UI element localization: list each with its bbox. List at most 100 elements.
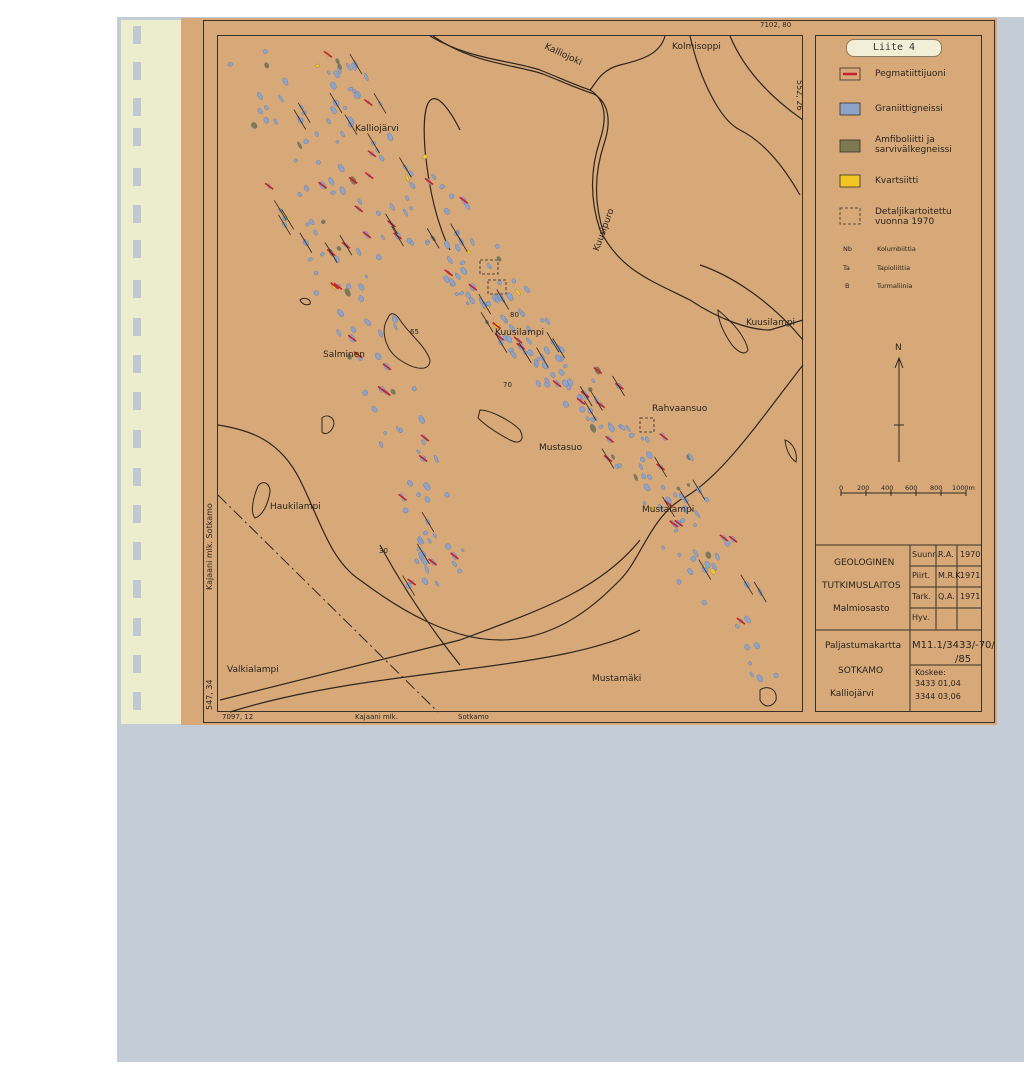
outcrop xyxy=(257,108,263,115)
outcrop xyxy=(449,193,455,199)
outcrop xyxy=(640,456,646,463)
outcrop xyxy=(497,280,502,286)
strike-symbol xyxy=(299,232,313,253)
outcrop xyxy=(457,568,462,574)
outcrop xyxy=(282,77,289,86)
outcrop xyxy=(423,482,431,491)
legend-label-amphibolite-1: Amfiboliitti ja xyxy=(875,135,935,145)
outcrop xyxy=(773,672,779,679)
strike-symbol xyxy=(612,375,625,397)
map-drawing xyxy=(217,35,982,713)
outcrop xyxy=(393,323,398,331)
outcrop xyxy=(673,492,678,498)
outcrop xyxy=(660,485,666,490)
outcrop xyxy=(326,118,331,124)
outcrop xyxy=(378,329,383,338)
scale-tick: 200 xyxy=(857,484,870,492)
outcrop xyxy=(749,671,754,678)
outcrop xyxy=(535,380,541,388)
tb-role: Piirt. xyxy=(912,571,931,580)
outcrop xyxy=(321,219,326,225)
outcrop xyxy=(638,463,643,470)
legend-label-detail-2: vuonna 1970 xyxy=(875,217,935,227)
outcrop xyxy=(459,260,466,265)
outcrop xyxy=(411,386,417,392)
outcrop xyxy=(313,229,318,236)
outcrop xyxy=(506,292,514,301)
outcrop xyxy=(251,122,258,129)
strike-symbol xyxy=(480,312,494,333)
outcrop xyxy=(647,474,652,480)
outcrop xyxy=(495,244,500,249)
outcrop xyxy=(381,234,385,240)
outcrop xyxy=(227,61,233,67)
north-label: N xyxy=(895,343,902,353)
koskee-label: Koskee: xyxy=(915,668,946,677)
abbr-name-b: Turmaliinia xyxy=(877,282,913,290)
place-mustasuo: Mustasuo xyxy=(539,443,583,453)
strike-symbol xyxy=(590,390,603,411)
outcrop xyxy=(303,139,309,145)
pegmatite-dike xyxy=(363,98,373,107)
boundary-bottom-a: Kajaani mlk. xyxy=(355,713,398,721)
strike-symbol xyxy=(373,93,387,114)
legend-label-granite-gneiss: Graniittigneissi xyxy=(875,104,943,114)
outcrop xyxy=(358,283,365,291)
strike-symbol xyxy=(324,242,338,263)
dip-label: 70 xyxy=(503,381,512,389)
org-line-1: GEOLOGINEN xyxy=(834,558,895,568)
scale-tick: 0 xyxy=(839,484,844,492)
outcrop xyxy=(628,432,635,438)
outcrop xyxy=(347,116,355,125)
strike-symbol xyxy=(385,213,398,235)
strike-symbol xyxy=(450,223,463,244)
outcrop xyxy=(744,644,750,651)
outcrop xyxy=(405,195,410,201)
outcrop xyxy=(339,186,346,195)
outcrop xyxy=(337,309,344,318)
outcrop xyxy=(390,389,396,395)
org-line-3: Malmiosasto xyxy=(833,604,890,614)
outcrop xyxy=(409,206,413,211)
tb-name: R.A. xyxy=(938,550,954,559)
outcrop xyxy=(526,337,532,345)
strike-symbol xyxy=(421,511,435,533)
outcrop xyxy=(591,378,595,383)
outcrop xyxy=(543,346,550,355)
outcrop xyxy=(674,528,679,533)
outcrop xyxy=(409,182,416,190)
outcrop xyxy=(371,406,378,413)
strike-symbol xyxy=(753,581,767,603)
outcrop xyxy=(256,92,263,100)
outcrop xyxy=(389,202,395,211)
coordinate-left: 547, 34 xyxy=(205,679,214,710)
outcrop xyxy=(278,94,284,103)
outcrop xyxy=(350,326,357,333)
outcrop xyxy=(307,257,313,262)
outcrop xyxy=(343,105,348,110)
boundary-left-label: Kajaani mlk. Sotkamo xyxy=(205,503,214,590)
outcrop xyxy=(423,530,429,536)
outcrop xyxy=(416,449,421,454)
tb-role: Hyv. xyxy=(912,613,930,622)
outcrop xyxy=(687,568,694,575)
outcrop xyxy=(358,295,364,302)
outcrop xyxy=(676,579,682,585)
abbr-name-nb: Kolumbiittia xyxy=(877,245,916,253)
outcrop xyxy=(643,483,651,492)
outcrop xyxy=(273,118,278,125)
outcrop xyxy=(297,141,303,149)
strike-symbol xyxy=(692,479,706,500)
municipal-boundary xyxy=(217,494,439,713)
outcrop xyxy=(431,173,437,180)
outcrop xyxy=(264,62,270,69)
outcrop xyxy=(676,486,681,491)
outcrop xyxy=(374,352,382,361)
outcrop xyxy=(383,430,387,435)
outcrop xyxy=(422,154,428,160)
outcrop xyxy=(305,222,310,227)
coordinate-bottom-left: 7097, 12 xyxy=(222,713,254,721)
scale-tick: 800 xyxy=(930,484,943,492)
outcrop xyxy=(461,548,465,553)
outcrop xyxy=(375,254,382,261)
